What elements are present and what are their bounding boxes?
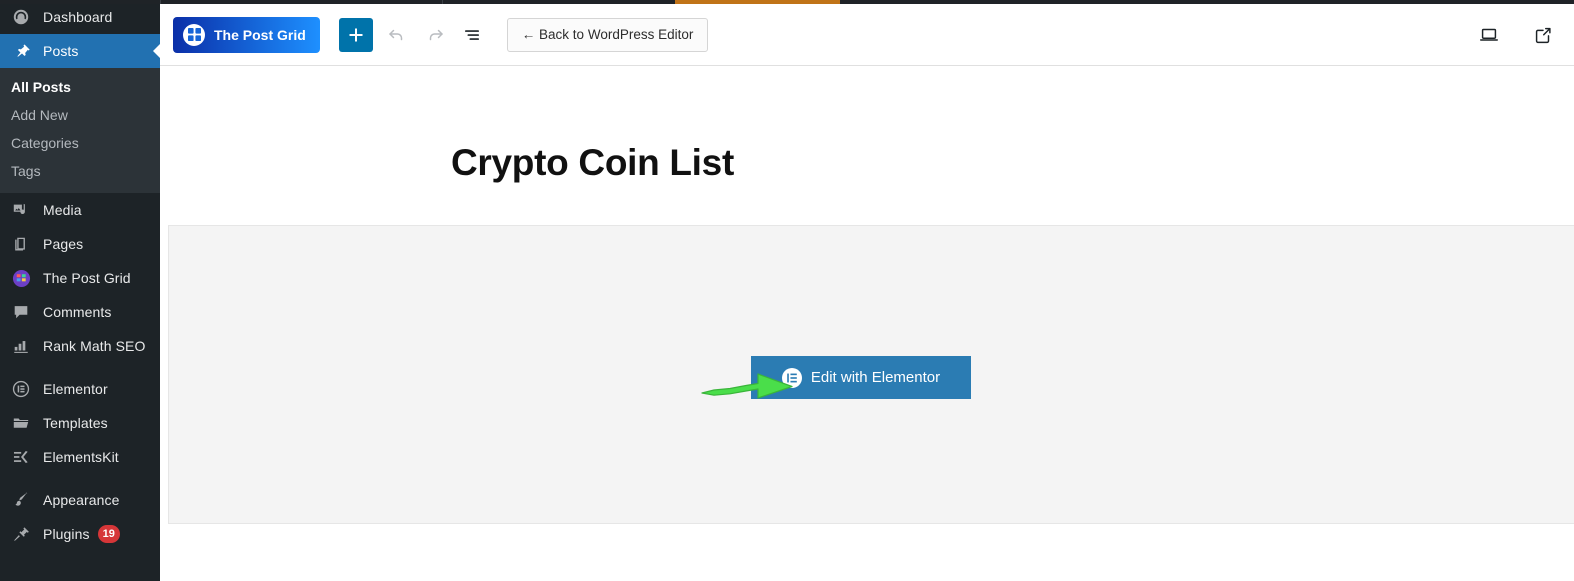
- sidebar-item-plugins[interactable]: Plugins 19: [0, 517, 160, 551]
- sidebar-item-label: Elementor: [43, 381, 108, 397]
- sidebar-item-appearance[interactable]: Appearance: [0, 483, 160, 517]
- list-view-button[interactable]: [455, 18, 489, 52]
- dashboard-icon: [11, 7, 31, 27]
- progress-segment: [675, 0, 840, 4]
- the-post-grid-brand-button[interactable]: The Post Grid: [173, 16, 320, 53]
- submenu-item-label: All Posts: [11, 79, 71, 95]
- admin-sidebar: Dashboard Posts All Posts Add New Catego…: [0, 0, 160, 581]
- sidebar-item-label: Dashboard: [43, 9, 113, 25]
- submenu-item-label: Tags: [11, 163, 41, 179]
- annotation-arrow-icon: [701, 373, 793, 399]
- sidebar-item-templates[interactable]: Templates: [0, 406, 160, 440]
- sidebar-item-elementor[interactable]: Elementor: [0, 372, 160, 406]
- strip-divider: [442, 0, 443, 4]
- posts-submenu: All Posts Add New Categories Tags: [0, 68, 160, 193]
- editor-canvas: Crypto Coin List Edit with Elementor: [160, 66, 1574, 581]
- plus-icon: [349, 28, 363, 41]
- sidebar-item-label: Appearance: [43, 492, 120, 508]
- desktop-preview-button[interactable]: [1472, 18, 1506, 52]
- submenu-item-label: Categories: [11, 135, 79, 151]
- top-progress-strip: [0, 0, 1574, 4]
- edit-with-elementor-label: Edit with Elementor: [810, 369, 941, 386]
- sidebar-item-rank-math-seo[interactable]: Rank Math SEO: [0, 329, 160, 363]
- sidebar-item-posts[interactable]: Posts: [0, 34, 160, 68]
- grid-logo-icon: [183, 23, 205, 46]
- plugins-update-badge: 19: [97, 525, 120, 543]
- pin-icon: [11, 41, 31, 61]
- sidebar-item-tags[interactable]: Tags: [0, 157, 160, 185]
- sidebar-item-label: Comments: [43, 304, 112, 320]
- sidebar-item-all-posts[interactable]: All Posts: [0, 73, 160, 101]
- sidebar-item-media[interactable]: Media: [0, 193, 160, 227]
- add-block-button[interactable]: [338, 17, 373, 52]
- sidebar-item-the-post-grid[interactable]: The Post Grid: [0, 261, 160, 295]
- page-title: Crypto Coin List: [451, 142, 734, 183]
- external-link-icon: [1535, 27, 1551, 44]
- view-site-button[interactable]: [1526, 18, 1560, 52]
- sidebar-item-label: ElementsKit: [43, 449, 119, 465]
- brand-button-label: The Post Grid: [214, 26, 306, 43]
- post-grid-icon: [11, 268, 31, 288]
- pages-icon: [11, 234, 31, 254]
- sidebar-item-label: The Post Grid: [43, 270, 131, 286]
- sidebar-item-label: Media: [43, 202, 82, 218]
- sidebar-item-label: Plugins: [43, 526, 90, 542]
- sidebar-item-comments[interactable]: Comments: [0, 295, 160, 329]
- sidebar-item-categories[interactable]: Categories: [0, 129, 160, 157]
- rank-math-icon: [11, 336, 31, 356]
- plugin-icon: [11, 524, 31, 544]
- sidebar-item-label: Templates: [43, 415, 108, 431]
- back-to-wordpress-editor-button[interactable]: ← Back to WordPress Editor: [506, 17, 709, 52]
- sidebar-item-pages[interactable]: Pages: [0, 227, 160, 261]
- submenu-item-label: Add New: [11, 107, 68, 123]
- comments-icon: [11, 302, 31, 322]
- sidebar-item-label: Posts: [43, 43, 79, 59]
- list-view-icon: [464, 29, 479, 40]
- editor-toolbar: The Post Grid ← Back to WordPress Editor: [160, 4, 1574, 66]
- undo-icon: [389, 29, 403, 40]
- sidebar-item-dashboard[interactable]: Dashboard: [0, 0, 160, 34]
- elementskit-icon: [11, 447, 31, 467]
- brush-icon: [11, 490, 31, 510]
- media-icon: [11, 200, 31, 220]
- elementor-icon: [11, 379, 31, 399]
- sidebar-item-elementskit[interactable]: ElementsKit: [0, 440, 160, 474]
- toolbar-right-actions: [1472, 4, 1560, 66]
- editor-main: The Post Grid ← Back to WordPress Editor…: [160, 4, 1574, 581]
- sidebar-item-label: Pages: [43, 236, 84, 252]
- sidebar-item-add-new[interactable]: Add New: [0, 101, 160, 129]
- back-button-label: ← Back to WordPress Editor: [521, 27, 694, 42]
- sidebar-separator: [0, 474, 160, 483]
- redo-icon: [429, 29, 443, 40]
- sidebar-separator: [0, 363, 160, 372]
- redo-button[interactable]: [419, 18, 453, 52]
- sidebar-item-label: Rank Math SEO: [43, 338, 146, 354]
- desktop-icon: [1480, 28, 1498, 41]
- undo-button[interactable]: [379, 18, 413, 52]
- folder-icon: [11, 413, 31, 433]
- strip-divider: [160, 0, 161, 4]
